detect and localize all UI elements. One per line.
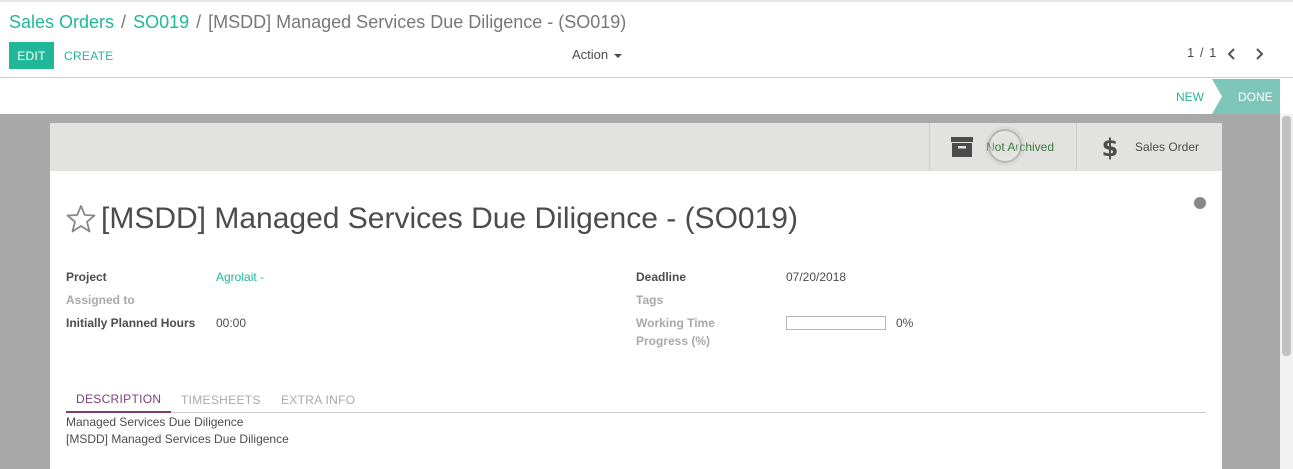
action-dropdown[interactable]: Action [572,47,623,62]
planned-hours-value: 00:00 [216,316,247,330]
control-panel: Sales Orders / SO019 / [MSDD] Managed Servic… [0,0,1293,78]
action-label: Action [572,47,609,62]
sales-order-button[interactable]: $ Sales Order [1076,123,1222,171]
deadline-value: 07/20/2018 [786,270,847,284]
form-sheet: Not Archived $ Sales Order [MSDD] Manage… [50,123,1222,469]
breadcrumb: Sales Orders / SO019 / [MSDD] Managed Servic… [9,12,626,33]
assigned-to-label: Assigned to [66,293,135,307]
chevron-right-icon [1256,48,1264,60]
pager-next-button[interactable] [1252,46,1266,62]
breadcrumb-sales-orders[interactable]: Sales Orders [9,12,114,32]
working-time-progress-label: Working Time Progress (%) [636,316,715,348]
archive-icon [951,136,973,158]
pager-previous-button[interactable] [1225,46,1239,62]
project-label: Project [66,270,107,284]
planned-hours-label: Initially Planned Hours [66,316,196,330]
working-time-progress-value: 0% [896,316,914,330]
form-view-background: Not Archived $ Sales Order [MSDD] Manage… [0,114,1280,469]
title-row: [MSDD] Managed Services Due Diligence - … [65,202,798,236]
edit-button[interactable]: EDIT [9,42,54,69]
working-time-progress-bar [786,316,886,330]
kanban-state-icon[interactable] [1194,197,1206,209]
click-indicator [988,129,1022,163]
vertical-scrollbar[interactable] [1280,114,1293,469]
tab-extra-info[interactable]: EXTRA INFO [271,387,365,413]
statusbar: NEW DONE [0,79,1293,114]
stage-done-button[interactable]: DONE [1212,79,1280,114]
project-value[interactable]: Agrolait - [216,268,264,286]
stage-done-label: DONE [1238,89,1273,104]
record-title[interactable]: [MSDD] Managed Services Due Diligence - … [101,202,798,236]
tab-description[interactable]: DESCRIPTION [66,387,172,413]
sales-order-label: Sales Order [1135,140,1200,154]
deadline-label: Deadline [636,270,687,284]
tags-label: Tags [636,293,664,307]
caret-down-icon [614,53,623,58]
description-line: [MSDD] Managed Services Due Diligence [66,432,289,446]
star-icon[interactable] [65,203,97,235]
svg-text:$: $ [1102,134,1118,160]
breadcrumb-so019[interactable]: SO019 [133,12,189,32]
stage-new-button[interactable]: NEW [1166,79,1214,114]
tab-timesheets[interactable]: TIMESHEETS [171,387,271,413]
scrollbar-thumb[interactable] [1282,116,1291,356]
dollar-icon: $ [1099,134,1121,160]
create-button[interactable]: CREATE [64,42,114,69]
breadcrumb-current: [MSDD] Managed Services Due Diligence - … [208,12,627,32]
description-line: Managed Services Due Diligence [66,415,244,429]
breadcrumb-separator: / [121,12,127,32]
pager-value[interactable]: 1 / 1 [1187,45,1217,60]
breadcrumb-separator: / [196,12,202,32]
button-box: Not Archived $ Sales Order [50,123,1222,171]
notebook-tabs: DESCRIPTION TIMESHEETS EXTRA INFO [66,387,1206,413]
archive-toggle-button[interactable]: Not Archived [929,123,1076,171]
archive-status-label: Not Archived [986,129,1054,163]
chevron-left-icon [1227,48,1235,60]
